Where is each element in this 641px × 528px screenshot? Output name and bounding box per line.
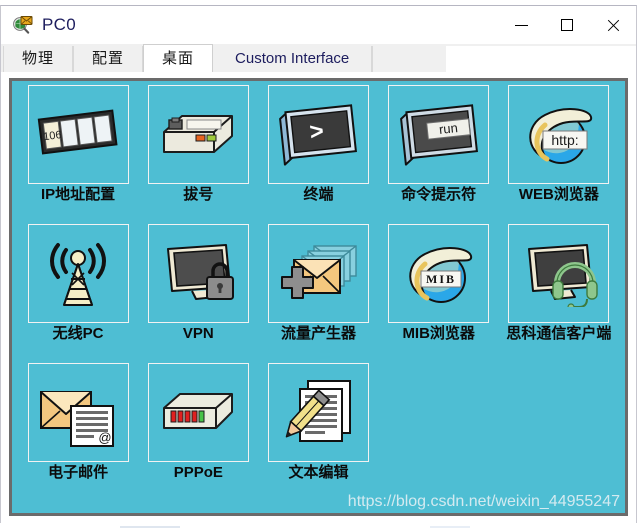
desktop-item-email[interactable]: @ 电子邮件: [18, 363, 138, 502]
dial-up-modem-icon: [147, 85, 249, 184]
desktop-item-command-prompt[interactable]: run 命令提示符: [379, 85, 499, 224]
desktop-item-label: WEB浏览器: [518, 186, 599, 203]
desktop-item-label: 文本编辑: [288, 464, 349, 481]
tab-bar-filler: [372, 46, 446, 72]
pc0-window: PC0 物理 配置 桌面 Custom Interface 106 IP地址配置…: [0, 5, 637, 524]
tab-bar-tail: [446, 46, 636, 72]
desktop-item-label: 拔号: [183, 186, 214, 203]
monitor-headset-icon: [508, 224, 610, 323]
desktop-item-label: 流量产生器: [280, 325, 356, 342]
desktop-icon-grid: 106 IP地址配置 拔号 > 终端 run 命令提示符 http: WEB浏览…: [12, 81, 625, 502]
command-prompt-run-icon: run: [388, 85, 490, 184]
background-page-bottom-sliver: [0, 523, 641, 528]
desktop-item-label: IP地址配置: [41, 186, 116, 203]
desktop-item-dial-up[interactable]: 拔号: [138, 85, 258, 224]
desktop-item-terminal[interactable]: > 终端: [258, 85, 378, 224]
terminal-icon: >: [267, 85, 369, 184]
desktop-item-ip-configuration[interactable]: 106 IP地址配置: [18, 85, 138, 224]
mib-browser-globe-icon: MIB: [388, 224, 490, 323]
desktop-item-traffic-generator[interactable]: 流量产生器: [258, 224, 378, 363]
svg-text:106: 106: [43, 129, 63, 143]
title-bar: PC0: [1, 6, 636, 44]
email-envelope-document-icon: @: [27, 363, 129, 462]
desktop-item-text-editor[interactable]: 文本编辑: [258, 363, 378, 502]
tab-custom-interface[interactable]: Custom Interface: [213, 46, 373, 72]
desktop-item-label: 思科通信客户端: [506, 325, 612, 342]
desktop-item-label: 命令提示符: [401, 186, 477, 203]
maximize-button[interactable]: [544, 6, 590, 44]
watermark-text: https://blog.csdn.net/weixin_44955247: [347, 493, 620, 510]
window-title: PC0: [42, 15, 76, 34]
tab-physical[interactable]: 物理: [3, 46, 74, 72]
svg-text:@: @: [98, 430, 111, 445]
desktop-item-vpn[interactable]: VPN: [138, 224, 258, 363]
ip-configuration-icon: 106: [27, 85, 129, 184]
maximize-icon: [561, 19, 573, 31]
envelope-stack-plus-icon: [267, 224, 369, 323]
tab-config[interactable]: 配置: [73, 46, 144, 72]
pppoe-modem-icon: [147, 363, 249, 462]
desktop-item-label: PPPoE: [173, 464, 223, 481]
desktop-item-wireless-pc[interactable]: 无线PC: [18, 224, 138, 363]
monitor-lock-icon: [147, 224, 249, 323]
svg-text:http:: http:: [551, 132, 578, 148]
desktop-item-label: MIB浏览器: [402, 325, 475, 342]
svg-text:>: >: [309, 117, 326, 145]
globe-magnifier-envelope-icon: [12, 14, 34, 36]
desktop-panel: 106 IP地址配置 拔号 > 终端 run 命令提示符 http: WEB浏览…: [9, 78, 628, 516]
text-editor-pencil-icon: [267, 363, 369, 462]
desktop-item-pppoe[interactable]: PPPoE: [138, 363, 258, 502]
web-browser-http-globe-icon: http:: [508, 85, 610, 184]
desktop-item-label: VPN: [182, 325, 214, 342]
desktop-item-label: 无线PC: [52, 325, 104, 342]
tab-desktop[interactable]: 桌面: [143, 44, 214, 72]
desktop-panel-wrapper: 106 IP地址配置 拔号 > 终端 run 命令提示符 http: WEB浏览…: [1, 72, 636, 524]
wireless-antenna-icon: [27, 224, 129, 323]
minimize-icon: [514, 24, 528, 26]
svg-text:MIB: MIB: [426, 272, 456, 286]
close-button[interactable]: [590, 6, 636, 44]
desktop-item-web-browser[interactable]: http: WEB浏览器: [499, 85, 619, 224]
svg-text:run: run: [438, 120, 458, 137]
desktop-item-label: 电子邮件: [48, 464, 109, 481]
tab-bar: 物理 配置 桌面 Custom Interface: [1, 44, 636, 72]
window-controls: [498, 6, 636, 44]
desktop-item-cisco-ip-communicator[interactable]: 思科通信客户端: [499, 224, 619, 363]
minimize-button[interactable]: [498, 6, 544, 44]
desktop-item-label: 终端: [303, 186, 334, 203]
desktop-item-mib-browser[interactable]: MIB MIB浏览器: [379, 224, 499, 363]
close-icon: [606, 18, 621, 33]
